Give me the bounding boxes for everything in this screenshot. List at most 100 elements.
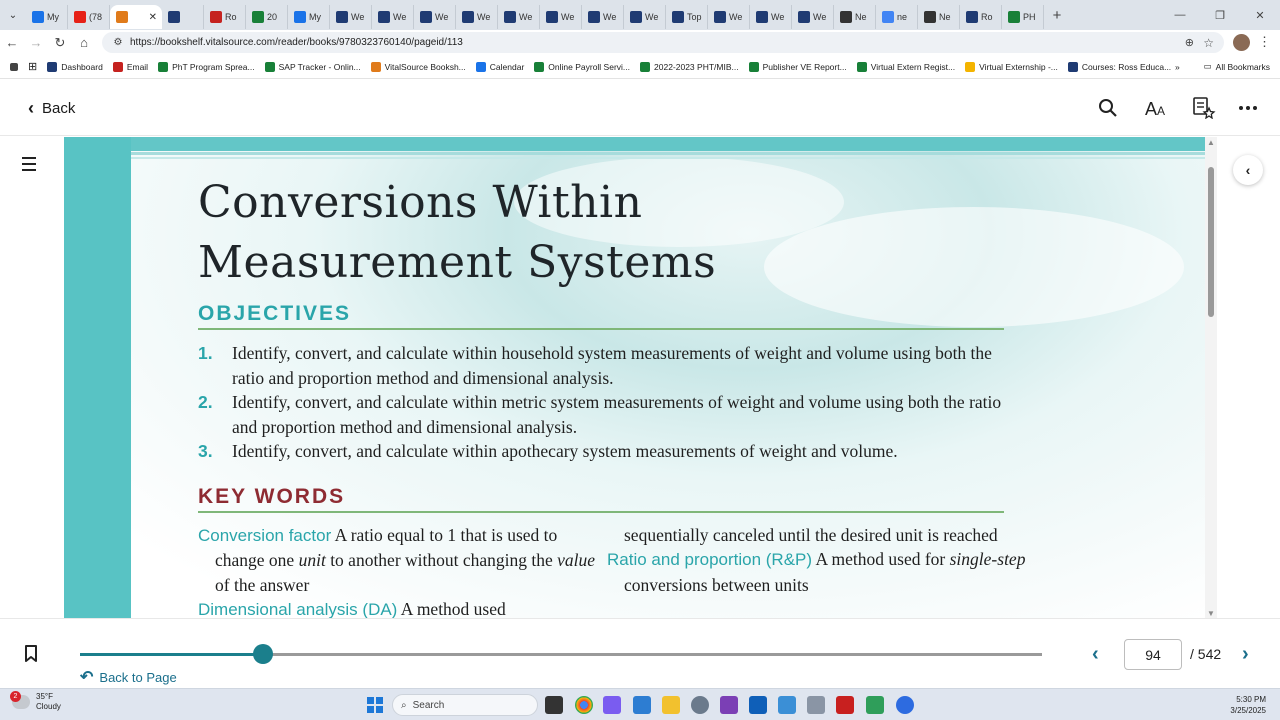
url-text[interactable]: https://bookshelf.vitalsource.com/reader… (130, 37, 463, 48)
restore-icon[interactable]: ❐ (1200, 0, 1240, 30)
acrobat-icon[interactable] (836, 696, 854, 714)
bookmark-star-icon[interactable]: ☆ (1203, 36, 1214, 50)
weather-widget[interactable]: 2 35°F Cloudy (10, 691, 61, 712)
tab-label: 20 (267, 12, 278, 22)
outlook-icon[interactable] (749, 696, 767, 714)
bookmark-item[interactable]: Calendar (471, 61, 530, 72)
chrome-icon[interactable] (575, 696, 593, 714)
settings-icon[interactable] (691, 696, 709, 714)
task-view-icon[interactable] (545, 696, 563, 714)
reload-icon[interactable]: ↻ (48, 31, 72, 55)
page-slider-thumb[interactable] (252, 644, 273, 664)
more-options-icon[interactable] (1236, 96, 1260, 120)
next-page-icon[interactable]: › (1242, 643, 1249, 666)
bookmark-item[interactable]: Virtual Extern Regist... (852, 61, 960, 72)
bookmark-item[interactable]: Courses: Ross Educa... (1063, 61, 1176, 72)
browser-tab[interactable]: Top (666, 5, 708, 29)
zoom-app-icon[interactable] (896, 696, 914, 714)
browser-tab[interactable]: My (26, 5, 68, 29)
tab-search-button[interactable]: ⌄ (0, 0, 26, 30)
reader-back-button[interactable]: ‹ Back (28, 98, 75, 119)
browser-tab[interactable]: We (414, 5, 456, 29)
bookmark-item[interactable]: Virtual Externship -... (960, 61, 1063, 72)
table-of-contents-icon[interactable] (22, 157, 42, 177)
browser-tab[interactable]: ne (876, 5, 918, 29)
previous-page-icon[interactable]: ‹ (1092, 643, 1099, 666)
address-bar[interactable]: ⚙ https://bookshelf.vitalsource.com/read… (102, 32, 1224, 53)
browser-tab[interactable]: Ne (918, 5, 960, 29)
browser-tab[interactable]: We (792, 5, 834, 29)
notes-list-icon[interactable] (1192, 96, 1216, 120)
bookmark-item[interactable]: Publisher VE Report... (744, 61, 852, 72)
bookmark-item[interactable]: PhT Program Sprea... (153, 61, 260, 72)
browser-tab[interactable]: We (498, 5, 540, 29)
back-arrow-icon[interactable]: ← (0, 31, 24, 55)
minimize-icon[interactable]: — (1160, 0, 1200, 30)
browser-tab[interactable]: Ro (960, 5, 1002, 29)
clock-date: 3/25/2025 (1230, 706, 1266, 715)
browser-tab[interactable]: We (330, 5, 372, 29)
apps-grid-icon[interactable]: ⊞ (23, 60, 42, 73)
browser-tab[interactable]: Ne (834, 5, 876, 29)
onenote-icon[interactable] (720, 696, 738, 714)
browser-tab[interactable]: My (288, 5, 330, 29)
close-window-icon[interactable]: ✕ (1240, 0, 1280, 30)
browser-tab[interactable]: We (624, 5, 666, 29)
scroll-up-icon[interactable]: ▲ (1207, 138, 1215, 147)
scrollbar-thumb[interactable] (1208, 167, 1214, 317)
copilot-icon[interactable] (603, 696, 621, 714)
calculator-icon[interactable] (807, 696, 825, 714)
profile-avatar[interactable] (1233, 34, 1250, 51)
system-clock[interactable]: 5:30 PM 3/25/2025 (1220, 694, 1266, 716)
more-bookmarks-icon[interactable]: » (1170, 62, 1185, 72)
browser-tab[interactable]: 20 (246, 5, 288, 29)
new-tab-button[interactable]: + (1044, 7, 1070, 24)
browser-tab[interactable]: We (372, 5, 414, 29)
bookmark-favicon-icon (158, 61, 169, 72)
file-explorer-icon[interactable] (662, 696, 680, 714)
text-size-icon[interactable]: AA (1144, 96, 1168, 120)
tab-label: We (519, 12, 533, 22)
bookmark-item[interactable]: 2022-2023 PHT/MIB... (635, 61, 744, 72)
zoom-icon[interactable]: ⊕ (1185, 36, 1194, 49)
browser-tab[interactable]: (78 (68, 5, 110, 29)
photos-icon[interactable] (778, 696, 796, 714)
back-to-page-link[interactable]: ↶ Back to Page (80, 667, 177, 687)
bookmark-icon[interactable] (24, 645, 38, 663)
chevron-left-icon[interactable]: ‹ (1233, 155, 1263, 185)
browser-tab[interactable]: We (750, 5, 792, 29)
bookmark-item[interactable]: VitalSource Booksh... (366, 61, 471, 72)
sidebar-toggle-icon[interactable] (0, 62, 23, 71)
close-tab-icon[interactable]: ✕ (149, 12, 157, 23)
scroll-down-icon[interactable]: ▼ (1207, 609, 1215, 618)
browser-menu-icon[interactable]: ⋮ (1258, 34, 1271, 50)
page-background-cloud (764, 207, 1184, 327)
all-bookmarks[interactable]: ▭ All Bookmarks (1204, 61, 1270, 72)
store-icon[interactable] (633, 696, 651, 714)
page-number-input[interactable] (1124, 639, 1182, 670)
bookmark-favicon-icon (534, 61, 545, 72)
browser-tab[interactable]: We (708, 5, 750, 29)
browser-tab[interactable]: We (456, 5, 498, 29)
browser-tab[interactable] (162, 5, 204, 29)
forward-arrow-icon[interactable]: → (24, 31, 48, 55)
site-info-icon[interactable]: ⚙ (108, 37, 128, 48)
key-word-definition: to another without changing the (330, 550, 553, 571)
snipping-tool-icon[interactable] (866, 696, 884, 714)
bookmark-item[interactable]: Online Payroll Servi... (529, 61, 635, 72)
page-scrollbar[interactable]: ▲ ▼ (1205, 137, 1217, 618)
taskbar-search[interactable]: ⌕ Search (392, 694, 538, 716)
bookmark-item[interactable]: Dashboard (42, 61, 108, 72)
browser-tab[interactable]: We (582, 5, 624, 29)
windows-start-icon[interactable] (367, 697, 383, 713)
key-words-rule (198, 511, 1004, 513)
home-icon[interactable]: ⌂ (72, 31, 96, 55)
browser-tab[interactable]: Ro (204, 5, 246, 29)
browser-tab[interactable]: PH (1002, 5, 1044, 29)
browser-tab[interactable]: ✕ (110, 5, 162, 29)
bookmark-item[interactable]: SAP Tracker - Onlin... (260, 61, 366, 72)
browser-tab[interactable]: We (540, 5, 582, 29)
search-icon[interactable] (1096, 96, 1120, 120)
bookmark-label: Publisher VE Report... (762, 61, 847, 72)
bookmark-item[interactable]: Email (108, 61, 153, 72)
